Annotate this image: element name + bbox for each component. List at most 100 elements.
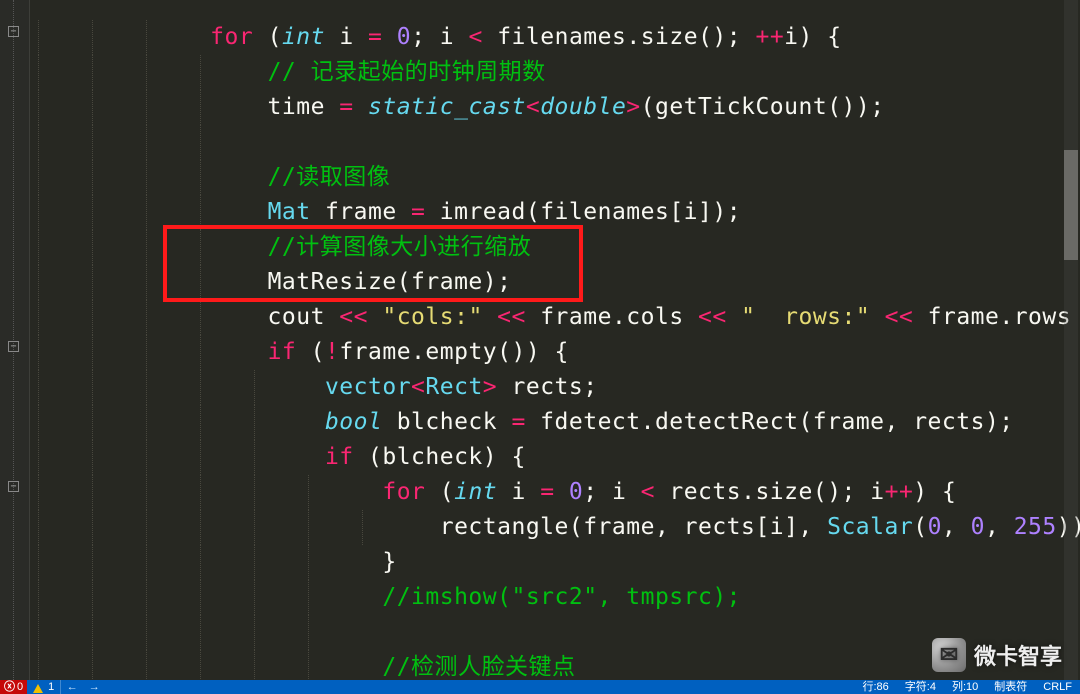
indent-guide <box>146 440 147 475</box>
indent-guide <box>308 475 309 510</box>
indent-guide <box>38 265 39 300</box>
code-line[interactable]: if (!frame.empty()) { <box>30 335 1080 370</box>
error-badge[interactable]: ⓧ 0 <box>0 680 27 694</box>
indent-guide <box>254 370 255 405</box>
indent-guide <box>146 90 147 125</box>
fold-toggle[interactable]: − <box>8 341 19 352</box>
code-line[interactable]: rectangle(frame, rects[i], Scalar(0, 0, … <box>30 510 1080 545</box>
status-chars[interactable]: 字符:4 <box>897 680 944 694</box>
indent-guide <box>38 440 39 475</box>
code-line[interactable] <box>30 615 1080 650</box>
status-crlf[interactable]: CRLF <box>1035 680 1080 694</box>
code-line[interactable]: vector<Rect> rects; <box>30 370 1080 405</box>
indent-guide <box>92 650 93 680</box>
indent-guide <box>92 55 93 90</box>
indent-guide <box>200 125 201 160</box>
indent-guide <box>92 230 93 265</box>
indent-guide <box>146 650 147 680</box>
code-area[interactable]: for (int i = 0; i < filenames.size(); ++… <box>30 0 1080 680</box>
indent-guide <box>146 615 147 650</box>
fold-toggle[interactable]: − <box>8 481 19 492</box>
code-line[interactable]: //计算图像大小进行缩放 <box>30 230 1080 265</box>
indent-guide <box>146 20 147 55</box>
indent-guide <box>38 615 39 650</box>
indent-guide <box>200 405 201 440</box>
status-col[interactable]: 列:10 <box>944 680 986 694</box>
indent-guide <box>92 195 93 230</box>
status-col-label: 列 <box>952 681 963 693</box>
code-line[interactable]: time = static_cast<double>(getTickCount(… <box>30 90 1080 125</box>
indent-guide <box>146 405 147 440</box>
indent-guide <box>146 125 147 160</box>
code-line[interactable]: for (int i = 0; i < rects.size(); i++) { <box>30 475 1080 510</box>
code-line[interactable]: //检测人脸关键点 <box>30 650 1080 680</box>
indent-guide <box>38 580 39 615</box>
scrollbar-thumb[interactable] <box>1064 150 1078 260</box>
indent-guide <box>254 615 255 650</box>
status-bar: ⓧ 0 1 ← → 行:86 字符:4 列:10 制表符 CRLF <box>0 680 1080 694</box>
indent-guide <box>254 475 255 510</box>
indent-guide <box>38 475 39 510</box>
code-line[interactable] <box>30 125 1080 160</box>
indent-guide <box>38 335 39 370</box>
indent-guide <box>92 335 93 370</box>
indent-guide <box>146 580 147 615</box>
indent-guide <box>308 580 309 615</box>
indent-guide <box>146 300 147 335</box>
code-line[interactable]: if (blcheck) { <box>30 440 1080 475</box>
indent-guide <box>254 510 255 545</box>
indent-guide <box>200 335 201 370</box>
indent-guide <box>308 615 309 650</box>
indent-guide <box>38 20 39 55</box>
indent-guide <box>146 475 147 510</box>
code-line[interactable]: bool blcheck = fdetect.detectRect(frame,… <box>30 405 1080 440</box>
code-line[interactable]: } <box>30 545 1080 580</box>
code-line[interactable]: MatResize(frame); <box>30 265 1080 300</box>
code-line[interactable]: for (int i = 0; i < filenames.size(); ++… <box>30 20 1080 55</box>
code-line[interactable]: // 记录起始的时钟周期数 <box>30 55 1080 90</box>
indent-guide <box>200 510 201 545</box>
indent-guide <box>200 370 201 405</box>
nav-back-button[interactable]: ← <box>61 680 83 694</box>
status-chars-value: 4 <box>930 681 936 693</box>
status-line-value: 86 <box>877 681 889 693</box>
indent-guide <box>92 20 93 55</box>
indent-guide <box>38 650 39 680</box>
indent-guide <box>200 580 201 615</box>
indent-guide <box>92 300 93 335</box>
indent-guide <box>38 405 39 440</box>
indent-guide <box>92 370 93 405</box>
status-line[interactable]: 行:86 <box>854 680 896 694</box>
indent-guide <box>92 475 93 510</box>
indent-guide <box>38 55 39 90</box>
indent-guide <box>200 265 201 300</box>
indent-guide <box>92 545 93 580</box>
indent-guide <box>200 650 201 680</box>
indent-guide <box>92 615 93 650</box>
error-count: 0 <box>17 680 23 694</box>
scrollbar-track[interactable] <box>1064 0 1078 680</box>
code-line[interactable]: //imshow("src2", tmpsrc); <box>30 580 1080 615</box>
warning-count: 1 <box>48 680 54 694</box>
indent-guide <box>146 510 147 545</box>
indent-guide <box>38 195 39 230</box>
nav-forward-button[interactable]: → <box>83 680 105 694</box>
indent-guide <box>146 55 147 90</box>
indent-guide <box>92 510 93 545</box>
indent-guide <box>308 650 309 680</box>
fold-toggle[interactable]: − <box>8 26 19 37</box>
code-line[interactable]: //读取图像 <box>30 160 1080 195</box>
status-tabs[interactable]: 制表符 <box>986 680 1035 694</box>
fold-guide <box>13 0 14 680</box>
indent-guide <box>38 230 39 265</box>
indent-guide <box>308 510 309 545</box>
editor-root: − − − for (int i = 0; i < filenames.size()… <box>0 0 1080 694</box>
indent-guide <box>92 580 93 615</box>
indent-guide <box>38 300 39 335</box>
indent-guide <box>254 440 255 475</box>
warning-badge[interactable]: 1 <box>27 680 60 694</box>
code-line[interactable]: cout << "cols:" << frame.cols << " rows:… <box>30 300 1080 335</box>
indent-guide <box>200 90 201 125</box>
code-line[interactable]: Mat frame = imread(filenames[i]); <box>30 195 1080 230</box>
indent-guide <box>200 160 201 195</box>
